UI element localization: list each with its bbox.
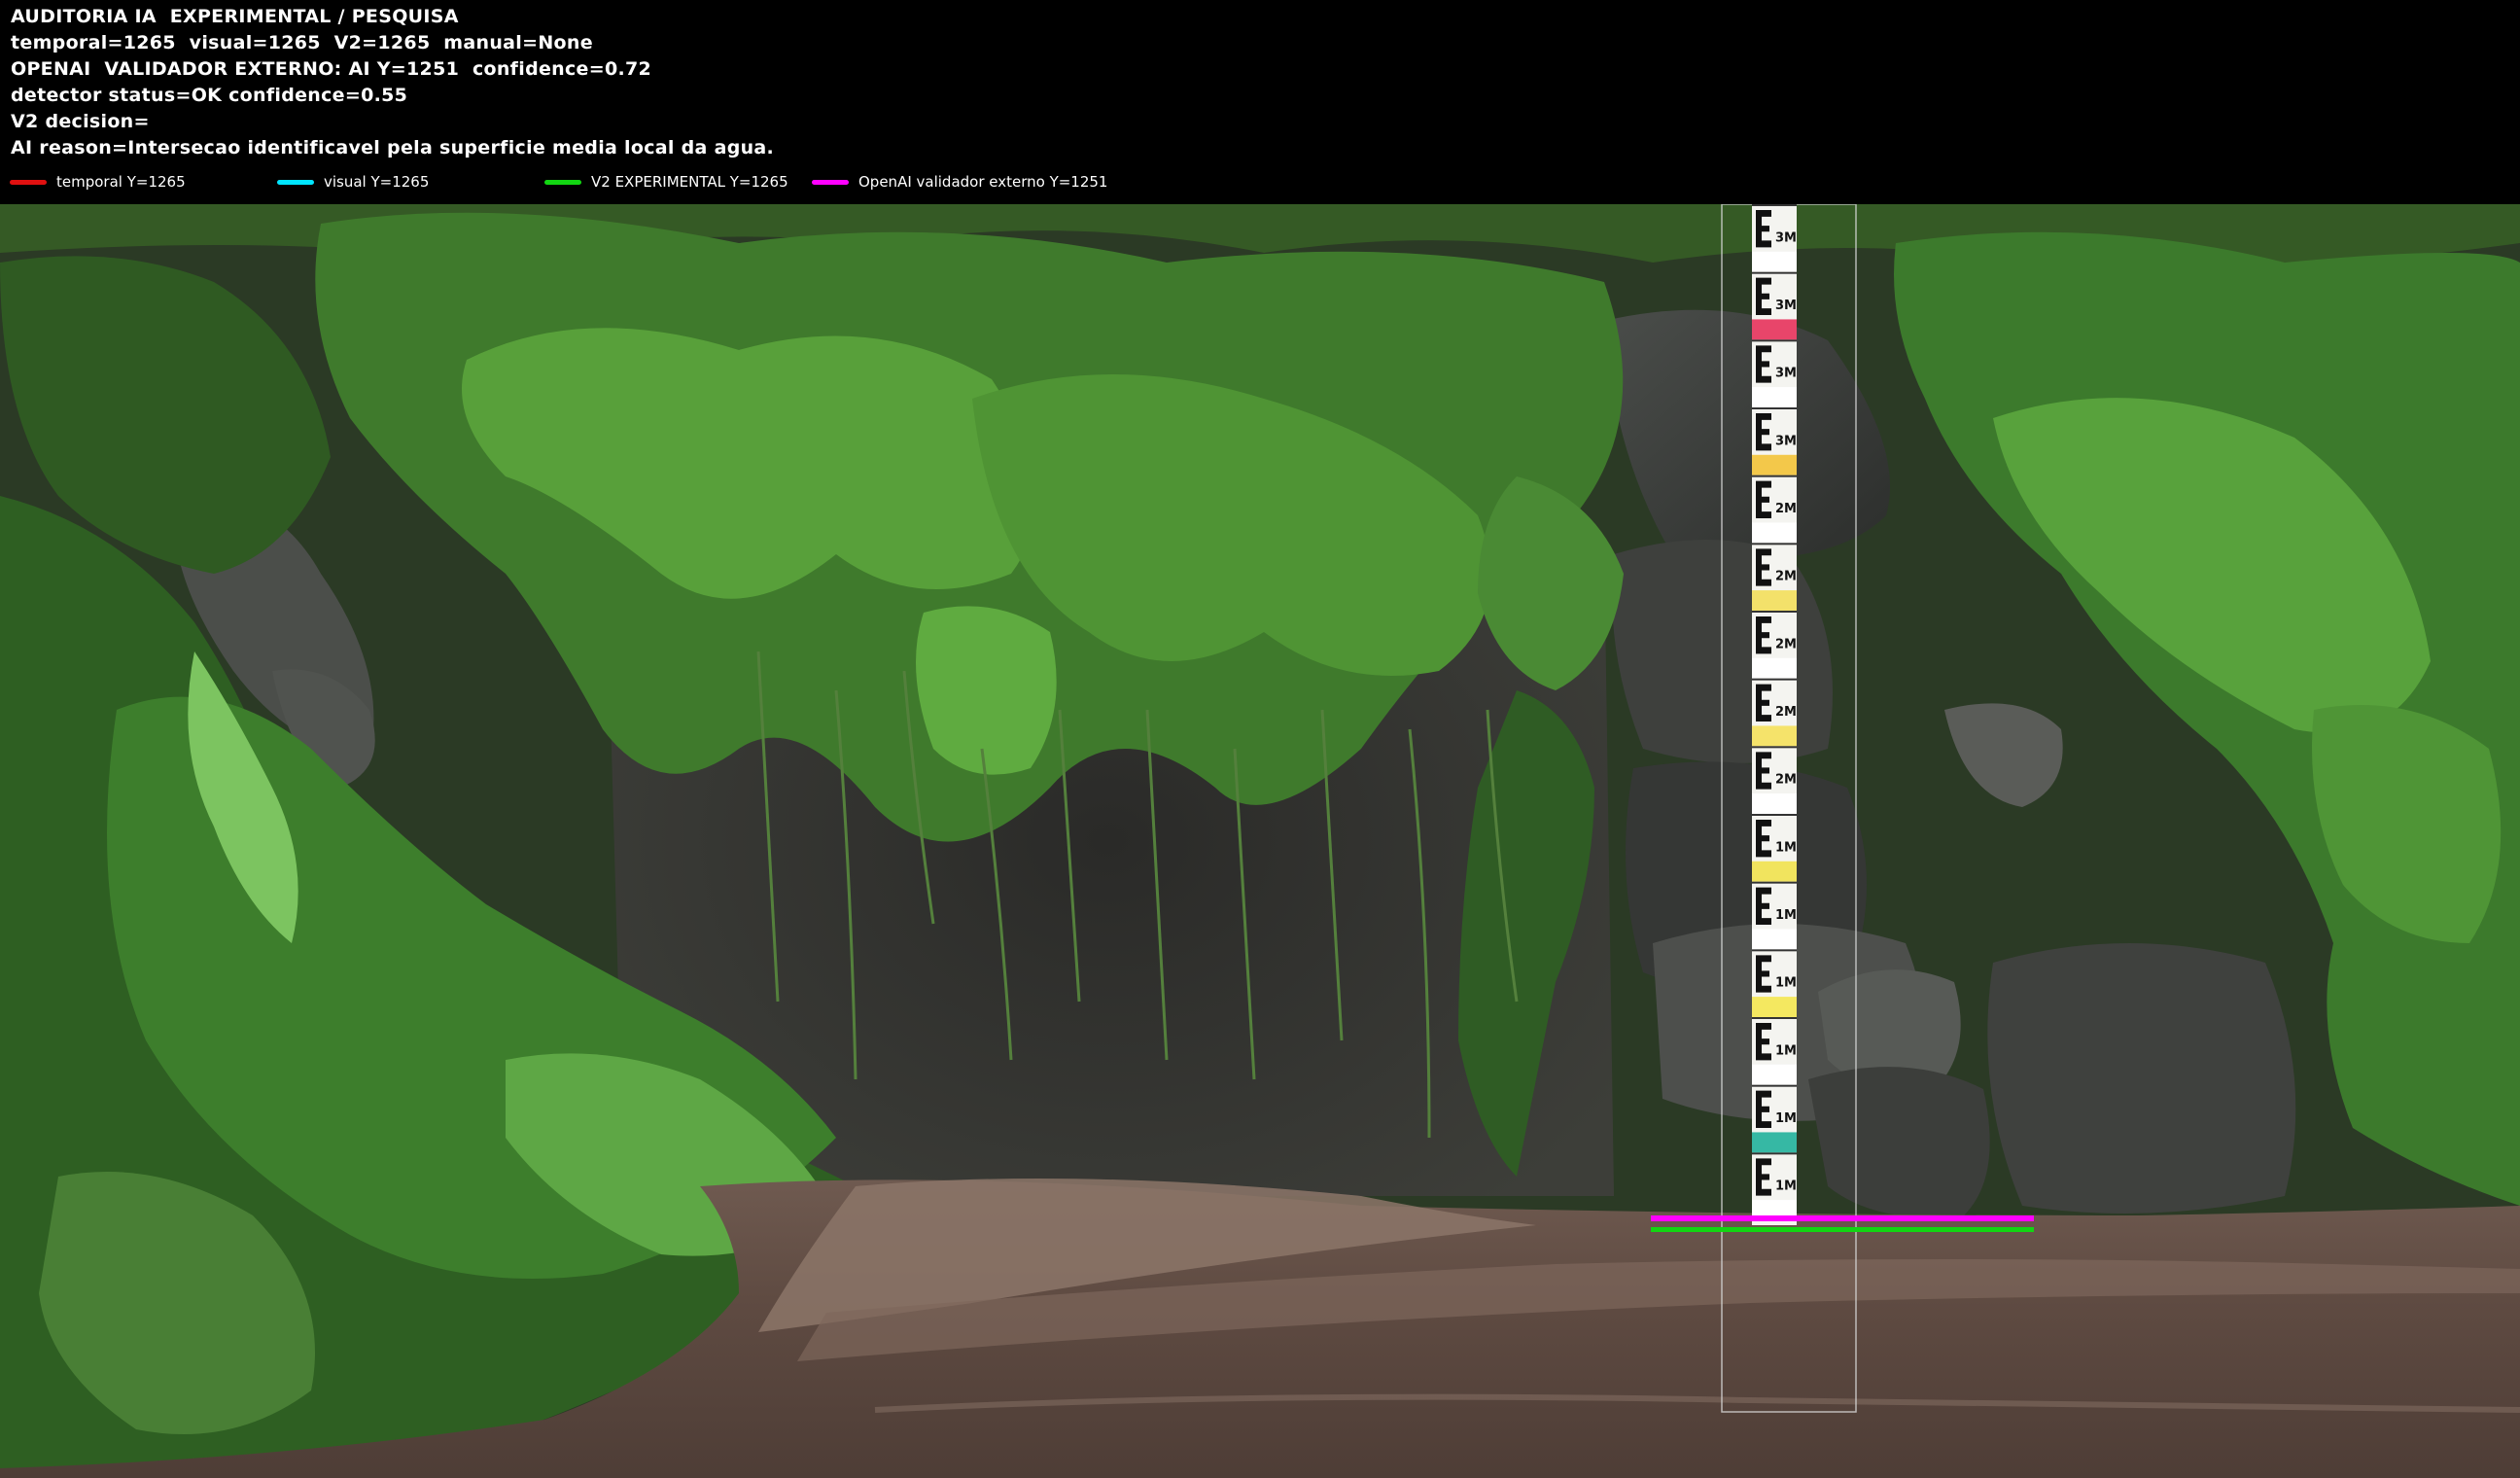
legend-swatch-temporal [10,179,47,185]
gauge-e-tick [1756,616,1771,654]
gauge-mark-label: 3M [1775,230,1797,245]
v2-level-line [1651,1227,2034,1232]
legend-v2: V2 EXPERIMENTAL Y=1265 [544,172,788,192]
gauge-divider [1752,814,1797,816]
gauge-divider [1752,1152,1797,1155]
gauge-e-tick [1756,752,1771,790]
gauge-divider [1752,204,1797,206]
gauge-e-tick [1756,1023,1771,1061]
gauge-mark-label: 1M [1775,840,1797,855]
gauge-e-tick [1756,277,1771,315]
camera-frame: 3M 3M 3M 3M 2M 2M 2M 2M 2M 1M 1M 1M 1M 1M 1M [0,204,2520,1478]
gauge-color-band [1752,725,1797,747]
gauge-divider [1752,271,1797,274]
audit-title: AUDITORIA IA EXPERIMENTAL / PESQUISA [11,6,459,27]
legend-swatch-openai [812,179,849,185]
legend-temporal: temporal Y=1265 [10,172,186,192]
legend-label-visual: visual Y=1265 [324,173,430,191]
detector-status: detector status=OK confidence=0.55 [11,85,408,106]
gauge-divider [1752,746,1797,749]
gauge-color-band [1752,1132,1797,1153]
audit-header: AUDITORIA IA EXPERIMENTAL / PESQUISA tem… [0,0,2520,204]
gauge-divider [1752,543,1797,545]
gauge-divider [1752,611,1797,613]
gauge-divider [1752,339,1797,342]
gauge-e-tick [1756,210,1771,248]
openai-validator: OPENAI VALIDADOR EXTERNO: AI Y=1251 conf… [11,58,652,80]
gauge-divider [1752,678,1797,681]
gauge-mark-label: 3M [1775,434,1797,448]
gauge-color-band [1752,522,1797,544]
gauge-color-band [1752,861,1797,882]
gauge-e-tick [1756,548,1771,586]
gauge-divider [1752,949,1797,952]
gauge-mark-label: 1M [1775,1111,1797,1126]
legend-label-openai: OpenAI validador externo Y=1251 [858,173,1108,191]
gauge-mark-label: 2M [1775,637,1797,651]
gauge-color-band [1752,997,1797,1017]
gauge-color-band [1752,657,1797,679]
gauge-mark-label: 2M [1775,773,1797,788]
gauge-e-tick [1756,684,1771,721]
gauge-e-tick [1756,1158,1771,1196]
legend-swatch-v2 [544,179,581,185]
gauge-divider [1752,475,1797,477]
gauge-divider [1752,407,1797,409]
legend-swatch-visual [277,179,314,185]
legend-openai: OpenAI validador externo Y=1251 [812,172,1107,192]
ai-reason: AI reason=Intersecao identificavel pela … [11,137,775,158]
gauge-mark-label: 1M [1775,1179,1797,1194]
reading-values: temporal=1265 visual=1265 V2=1265 manual… [11,32,593,53]
gauge-divider [1752,881,1797,884]
gauge-color-band [1752,387,1797,407]
gauge-mark-label: 2M [1775,705,1797,720]
gauge-color-band [1752,454,1797,475]
gauge-color-band [1752,929,1797,950]
legend-label-temporal: temporal Y=1265 [56,173,186,191]
gauge-e-tick [1756,887,1771,925]
gauge-e-tick [1756,820,1771,858]
gauge-e-tick [1756,955,1771,993]
staff-gauge: 3M 3M 3M 3M 2M 2M 2M 2M 2M 1M 1M 1M 1M 1M 1M [1752,204,1797,1225]
gauge-mark-label: 1M [1775,1043,1797,1058]
gauge-e-tick [1756,345,1771,383]
gauge-color-band [1752,1064,1797,1085]
openai-level-line [1651,1215,2034,1221]
gauge-color-band [1752,793,1797,814]
river-scene: 3M 3M 3M 3M 2M 2M 2M 2M 2M 1M 1M 1M 1M 1M 1M [0,204,2520,1478]
gauge-divider [1752,1017,1797,1019]
gauge-mark-label: 3M [1775,367,1797,381]
gauge-mark-label: 2M [1775,502,1797,516]
gauge-mark-label: 3M [1775,299,1797,313]
gauge-color-band [1752,251,1797,272]
gauge-divider [1752,1084,1797,1087]
gauge-e-tick [1756,1090,1771,1128]
v2-decision: V2 decision= [11,111,150,132]
gauge-e-tick [1756,480,1771,518]
gauge-mark-label: 1M [1775,976,1797,991]
gauge-mark-label: 1M [1775,908,1797,923]
gauge-color-band [1752,590,1797,611]
legend-visual: visual Y=1265 [277,172,429,192]
legend-label-v2: V2 EXPERIMENTAL Y=1265 [591,173,788,191]
gauge-mark-label: 2M [1775,570,1797,584]
gauge-e-tick [1756,413,1771,451]
gauge-color-band [1752,319,1797,340]
